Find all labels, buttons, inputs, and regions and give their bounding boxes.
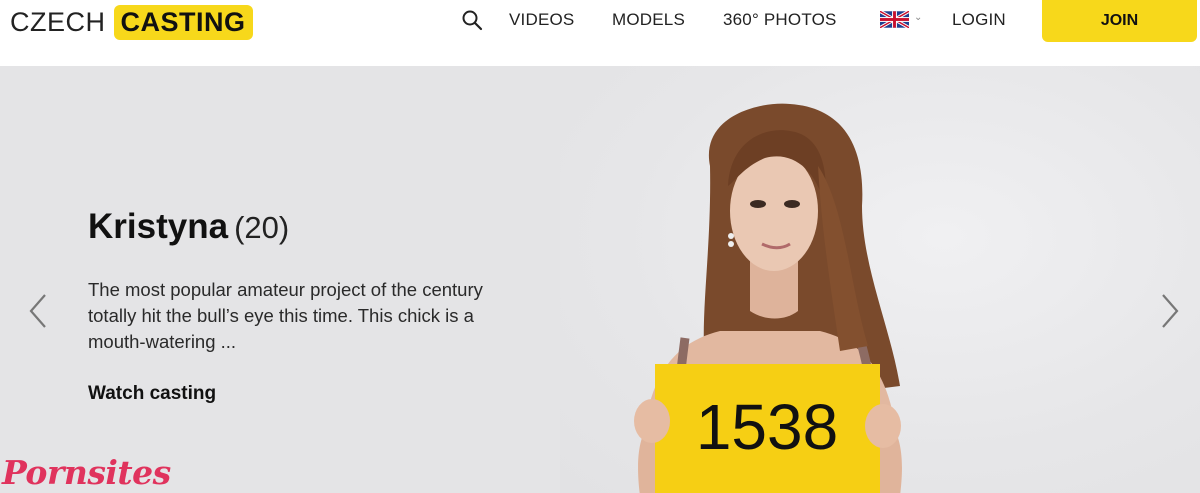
search-icon[interactable] <box>460 8 484 32</box>
model-photo: 1538 <box>634 103 902 493</box>
logo-text-czech: CZECH <box>10 7 106 37</box>
nav-360-photos-link[interactable]: 360° PHOTOS <box>723 10 837 30</box>
nav-videos-link[interactable]: VIDEOS <box>509 10 574 30</box>
model-age: (20) <box>234 210 290 245</box>
model-name: Kristyna (20) <box>88 207 289 247</box>
watermark-text: Pornsites <box>2 453 171 492</box>
site-header: CZECH CASTING VIDEOS MODELS 360° PHOTOS … <box>0 0 1200 66</box>
nav-login-link[interactable]: LOGIN <box>952 10 1006 30</box>
join-button[interactable]: JOIN <box>1042 0 1197 42</box>
site-logo[interactable]: CZECH CASTING <box>10 4 253 41</box>
model-name-text: Kristyna <box>88 207 229 246</box>
logo-text-casting: CASTING <box>113 5 253 40</box>
chevron-left-icon[interactable] <box>28 292 48 330</box>
nav-models-link[interactable]: MODELS <box>612 10 685 30</box>
hero-slider: 1538 Kristyna (20) The most popular amate… <box>0 66 1200 493</box>
uk-flag-icon[interactable] <box>880 11 909 28</box>
sign-number: 1538 <box>696 391 838 463</box>
language-chevron-down-icon[interactable]: ⌄ <box>914 12 922 23</box>
watch-casting-link[interactable]: Watch casting <box>88 383 216 405</box>
chevron-right-icon[interactable] <box>1160 292 1180 330</box>
model-description: The most popular amateur project of the … <box>88 279 483 352</box>
